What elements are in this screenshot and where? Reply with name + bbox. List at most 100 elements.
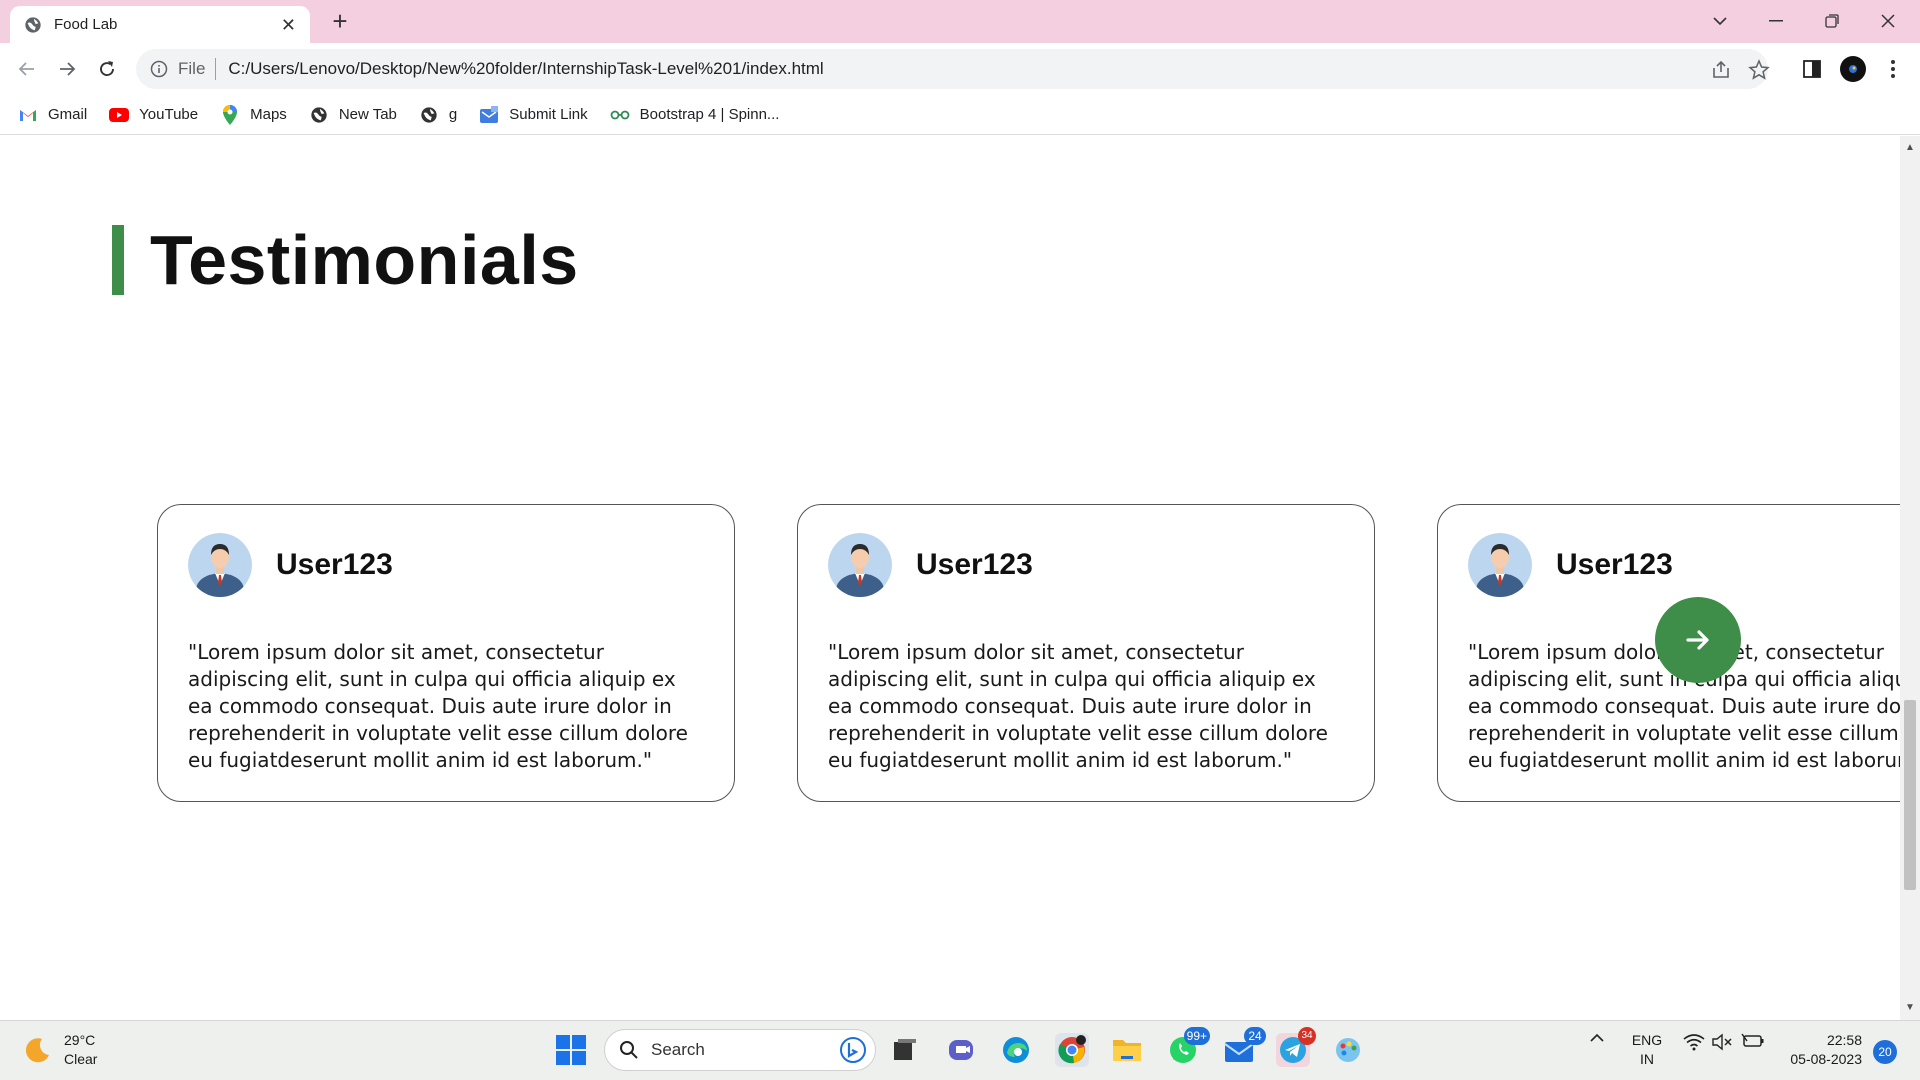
scroll-down-icon[interactable]: ▼ xyxy=(1904,1002,1916,1014)
chrome-icon[interactable] xyxy=(1055,1033,1089,1067)
page-scrollbar[interactable]: ▲ ▼ xyxy=(1900,136,1920,1020)
heading-accent-bar xyxy=(112,225,124,295)
chevron-up-icon[interactable] xyxy=(1585,1033,1609,1043)
avatar xyxy=(828,533,892,597)
globe-icon xyxy=(419,105,439,125)
close-window-button[interactable] xyxy=(1866,6,1910,36)
tab-search-chevron-icon[interactable] xyxy=(1698,6,1742,36)
notification-count-badge[interactable]: 20 xyxy=(1873,1040,1897,1064)
url-text[interactable]: C:/Users/Lenovo/Desktop/New%20folder/Int… xyxy=(228,59,823,79)
search-icon xyxy=(620,1041,638,1059)
minimize-button[interactable] xyxy=(1754,6,1798,36)
browser-toolbar: File C:/Users/Lenovo/Desktop/New%20folde… xyxy=(0,43,1920,95)
language-code: ENG xyxy=(1631,1032,1663,1048)
bing-icon xyxy=(840,1037,866,1063)
gmail-icon xyxy=(18,105,38,125)
file-explorer-icon[interactable] xyxy=(1110,1033,1144,1067)
reload-button[interactable] xyxy=(92,54,122,84)
bookmark-maps[interactable]: Maps xyxy=(220,104,287,125)
testimonial-card: User123 "Lorem ipsum dolor sit amet, con… xyxy=(797,504,1375,802)
mail-badge: 24 xyxy=(1244,1027,1266,1045)
info-icon[interactable] xyxy=(150,60,168,78)
page-viewport: Testimonials User123 "Lorem ipsum dolor … xyxy=(0,136,1900,1020)
teams-chat-icon[interactable] xyxy=(944,1033,978,1067)
language-indicator[interactable]: ENG IN xyxy=(1627,1031,1667,1069)
restore-button[interactable] xyxy=(1810,6,1854,36)
weather-desc: Clear xyxy=(64,1051,98,1067)
testimonial-card: User123 "Lorem ipsum dolor sit amet, con… xyxy=(157,504,735,802)
bookmark-label: New Tab xyxy=(338,106,397,123)
region-code: IN xyxy=(1640,1051,1654,1067)
back-button[interactable] xyxy=(12,54,42,84)
close-tab-icon[interactable]: ✕ xyxy=(281,16,296,34)
section-heading: Testimonials xyxy=(112,220,579,300)
bookmark-label: Maps xyxy=(250,106,287,123)
bookmark-label: g xyxy=(448,106,458,123)
card-header: User123 xyxy=(188,533,704,597)
taskbar-search[interactable]: Search xyxy=(604,1029,876,1071)
windows-taskbar: 29°C Clear Search 99+ 24 34 ENG IN 22:58… xyxy=(0,1020,1920,1080)
testimonial-username: User123 xyxy=(1556,548,1673,581)
profile-avatar[interactable] xyxy=(1840,56,1866,82)
bookmark-bootstrap[interactable]: Bootstrap 4 | Spinn... xyxy=(610,105,780,125)
testimonial-username: User123 xyxy=(276,548,393,581)
clock-date: 05-08-2023 xyxy=(1790,1051,1862,1067)
whatsapp-badge: 99+ xyxy=(1183,1027,1210,1045)
url-separator xyxy=(215,58,217,80)
telegram-icon[interactable]: 34 xyxy=(1276,1027,1316,1067)
weather-widget[interactable]: 29°C Clear xyxy=(22,1031,97,1069)
bookmark-star-icon[interactable] xyxy=(1748,59,1770,81)
url-scheme-label: File xyxy=(178,59,206,78)
wifi-icon[interactable] xyxy=(1682,1033,1706,1051)
carousel-next-button[interactable] xyxy=(1655,597,1741,683)
globe-icon xyxy=(309,105,329,125)
browser-tab[interactable]: Food Lab ✕ xyxy=(10,6,310,43)
bookmark-submit-link[interactable]: Submit Link xyxy=(479,105,588,125)
bookmark-label: Bootstrap 4 | Spinn... xyxy=(639,106,780,123)
side-panel-icon[interactable] xyxy=(1799,56,1825,82)
share-icon[interactable] xyxy=(1710,59,1732,81)
task-view-icon[interactable] xyxy=(888,1033,922,1067)
system-clock[interactable]: 22:58 05-08-2023 xyxy=(1780,1031,1862,1069)
card-header: User123 xyxy=(828,533,1344,597)
scroll-up-icon[interactable]: ▲ xyxy=(1904,142,1916,154)
battery-icon[interactable] xyxy=(1740,1033,1766,1049)
avatar xyxy=(1468,533,1532,597)
telegram-badge: 34 xyxy=(1298,1027,1316,1045)
page-title: Testimonials xyxy=(150,221,579,299)
bookmark-new-tab[interactable]: New Tab xyxy=(309,105,397,125)
paint-icon[interactable] xyxy=(1331,1033,1365,1067)
bookmark-gmail[interactable]: Gmail xyxy=(18,105,87,125)
weather-temp: 29°C xyxy=(64,1032,96,1048)
bookmark-label: Submit Link xyxy=(509,106,588,123)
new-tab-button[interactable]: + xyxy=(326,8,354,36)
windows-start-icon[interactable] xyxy=(556,1035,586,1065)
bookmark-g[interactable]: g xyxy=(419,105,457,125)
address-bar[interactable]: File C:/Users/Lenovo/Desktop/New%20folde… xyxy=(136,49,1770,89)
testimonial-quote: "Lorem ipsum dolor sit amet, consectetur… xyxy=(188,640,688,772)
bookmark-youtube[interactable]: YouTube xyxy=(109,105,198,125)
mail-icon[interactable]: 24 xyxy=(1222,1027,1266,1067)
maps-icon xyxy=(220,104,240,125)
avatar xyxy=(188,533,252,597)
tab-title: Food Lab xyxy=(54,16,118,33)
bookmarks-bar: Gmail YouTube Maps New Tab g Submit Link… xyxy=(0,95,1920,135)
testimonial-quote: "Lorem ipsum dolor sit amet, consectetur… xyxy=(828,640,1328,772)
title-bar: Food Lab ✕ + xyxy=(0,0,1920,43)
forward-button[interactable] xyxy=(52,54,82,84)
moon-icon xyxy=(25,1038,49,1063)
arrow-right-icon xyxy=(1686,630,1709,650)
volume-muted-icon[interactable] xyxy=(1710,1033,1734,1051)
testimonial-username: User123 xyxy=(916,548,1033,581)
card-header: User123 xyxy=(1468,533,1900,597)
search-placeholder: Search xyxy=(651,1040,705,1059)
clock-time: 22:58 xyxy=(1826,1032,1862,1048)
bookmark-label: YouTube xyxy=(139,106,199,123)
menu-kebab-icon[interactable] xyxy=(1880,56,1906,82)
bookmark-label: Gmail xyxy=(48,106,88,123)
whatsapp-icon[interactable]: 99+ xyxy=(1166,1027,1210,1067)
globe-icon xyxy=(25,16,41,33)
weather-text: 29°C Clear xyxy=(64,1031,97,1069)
scrollbar-thumb[interactable] xyxy=(1904,700,1916,890)
edge-icon[interactable] xyxy=(999,1033,1033,1067)
